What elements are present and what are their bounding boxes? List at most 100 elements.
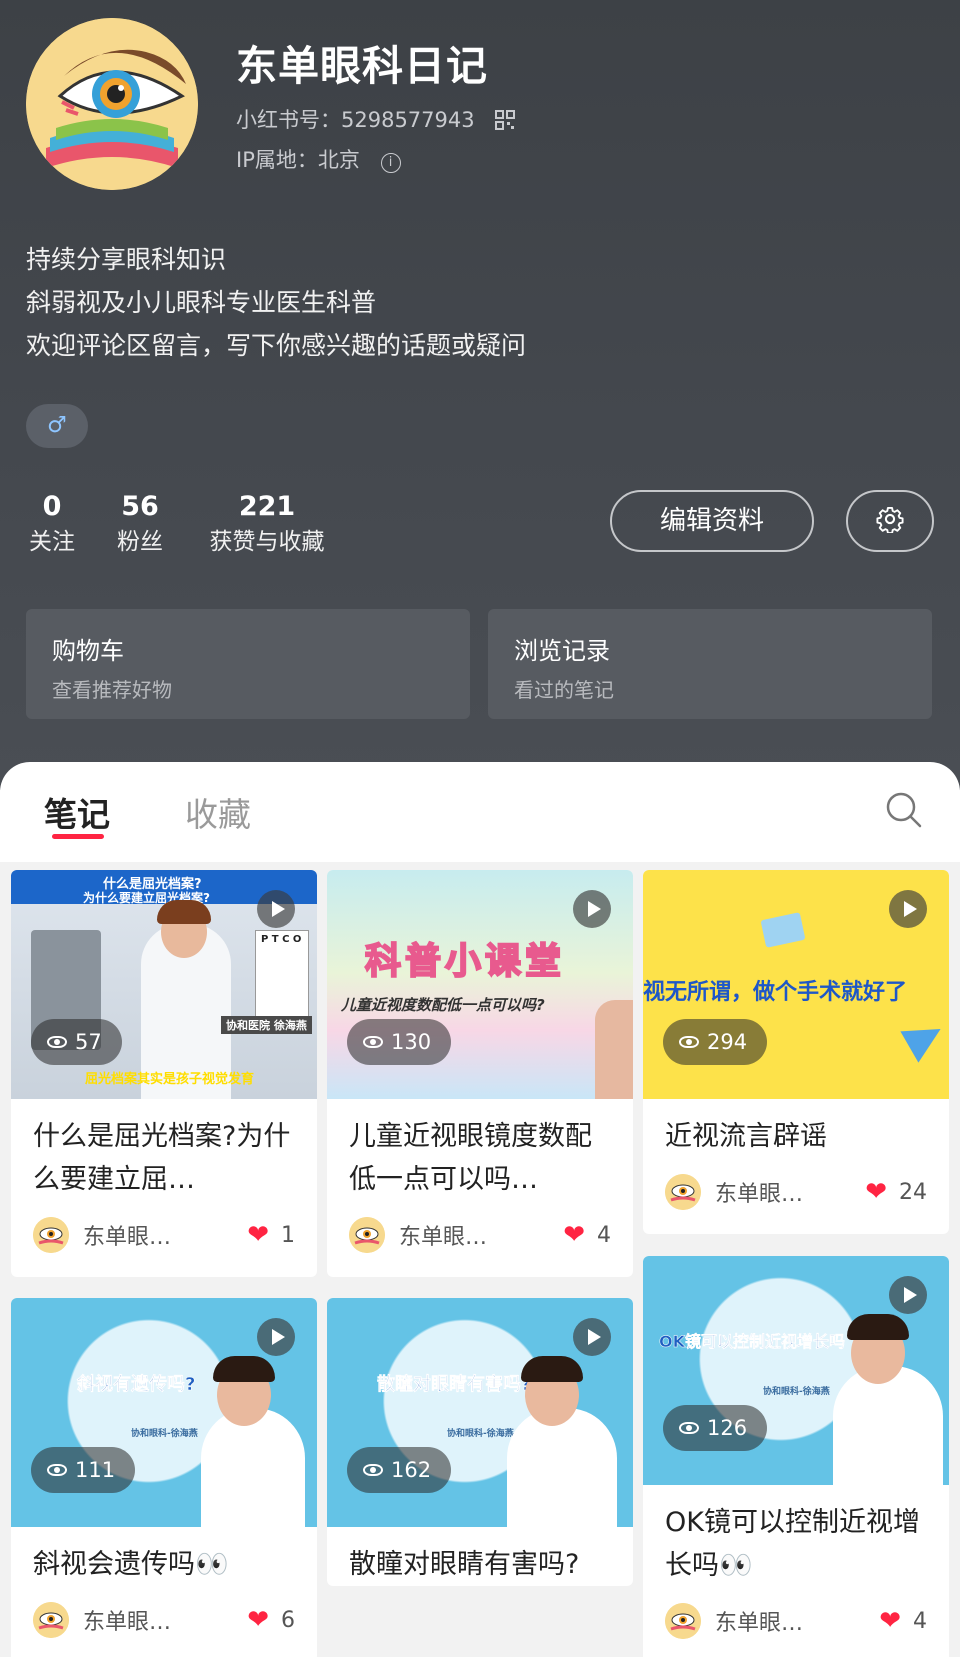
like-count: 6	[281, 1607, 295, 1633]
thumbnail-caption: 协和眼科-徐海燕	[763, 1387, 830, 1397]
play-icon	[573, 1318, 611, 1356]
shopping-cart-card[interactable]: 购物车 查看推荐好物	[26, 609, 470, 719]
bio-line: 斜弱视及小儿眼科专业医生科普	[26, 288, 377, 317]
note-card[interactable]: 科普小课堂 儿童近视度数配低一点可以吗? 130 儿童近视眼镜度数配低一点可以吗…	[327, 870, 633, 1277]
stat-followers[interactable]: 56 粉丝	[112, 490, 168, 560]
profile-avatar[interactable]	[26, 18, 198, 190]
view-count-value: 130	[391, 1030, 432, 1054]
card-subtitle: 看过的笔记	[514, 678, 614, 702]
author-name: 东单眼…	[399, 1225, 488, 1250]
card-title: 购物车	[52, 637, 124, 665]
author-avatar	[349, 1217, 385, 1253]
gear-icon	[876, 505, 904, 537]
note-thumbnail: OK镜可以控制近视增长吗 协和眼科-徐海燕 126	[643, 1256, 949, 1485]
note-thumbnail: 视无所谓，做个手术就好了 294	[643, 870, 949, 1099]
view-count: 294	[663, 1019, 768, 1065]
stat-following[interactable]: 0 关注	[26, 490, 78, 560]
note-card[interactable]: 视无所谓，做个手术就好了 294 近视流言辟谣 东单眼… ❤ 24	[643, 870, 949, 1234]
content-tabs: 笔记 收藏	[0, 762, 960, 862]
profile-name: 东单眼科日记	[236, 42, 488, 90]
note-title: OK镜可以控制近视增长吗👀	[665, 1507, 920, 1581]
thumbnail-caption: 散瞳对眼睛有害吗?	[377, 1374, 532, 1396]
stat-label: 关注	[29, 529, 75, 555]
note-title: 斜视会遗传吗👀	[33, 1549, 229, 1580]
play-icon	[889, 1276, 927, 1314]
author-avatar	[665, 1174, 701, 1210]
edit-profile-button[interactable]: 编辑资料	[610, 490, 814, 552]
red-id-text: 小红书号：5298577943	[236, 108, 475, 132]
heart-icon[interactable]: ❤	[865, 1177, 887, 1207]
note-title: 近视流言辟谣	[665, 1121, 827, 1152]
author-name: 东单眼…	[83, 1610, 172, 1635]
author-avatar	[33, 1217, 69, 1253]
heart-icon[interactable]: ❤	[247, 1605, 269, 1635]
red-id[interactable]: 小红书号：5298577943	[236, 104, 516, 135]
search-icon[interactable]	[884, 790, 924, 834]
author-name: 东单眼…	[715, 1611, 804, 1636]
note-meta: 东单眼… ❤ 6	[11, 1586, 317, 1657]
card-subtitle: 查看推荐好物	[52, 678, 172, 702]
note-card[interactable]: 斜视有遗传吗? 协和眼科-徐海燕 111 斜视会遗传吗👀 东单眼… ❤ 6	[11, 1298, 317, 1657]
note-thumbnail: 斜视有遗传吗? 协和眼科-徐海燕 111	[11, 1298, 317, 1527]
qr-code-icon[interactable]	[495, 110, 516, 135]
note-meta: 东单眼… ❤ 24	[643, 1158, 949, 1234]
info-icon[interactable]: i	[380, 153, 401, 173]
ip-location: IP属地：北京 i	[236, 144, 401, 174]
view-count-value: 294	[707, 1030, 748, 1054]
view-count: 57	[31, 1019, 122, 1065]
view-count-value: 126	[707, 1416, 748, 1440]
note-meta: 东单眼… ❤ 1	[11, 1201, 317, 1277]
author-avatar	[665, 1603, 701, 1639]
stat-likes-collections[interactable]: 221 获赞与收藏	[202, 490, 332, 560]
browsing-history-card[interactable]: 浏览记录 看过的笔记	[488, 609, 932, 719]
note-meta: 东单眼… ❤ 4	[643, 1587, 949, 1657]
like-count: 24	[899, 1179, 927, 1205]
view-count: 126	[663, 1405, 768, 1451]
author-name: 东单眼…	[83, 1225, 172, 1250]
play-icon	[257, 890, 295, 928]
stat-value: 56	[121, 491, 159, 522]
stat-label: 获赞与收藏	[209, 529, 325, 555]
thumbnail-caption: OK镜可以控制近视增长吗	[659, 1332, 846, 1352]
author-avatar	[33, 1602, 69, 1638]
eye-icon	[363, 1036, 383, 1048]
eye-chart-text: P T C O	[261, 934, 302, 945]
note-thumbnail: 什么是屈光档案? 为什么要建立屈光档案? P T C O 协和医院 徐海燕 屈光…	[11, 870, 317, 1099]
like-count: 1	[281, 1222, 295, 1248]
view-count: 162	[347, 1447, 452, 1493]
tab-notes[interactable]: 笔记	[44, 788, 110, 836]
author-name: 东单眼…	[715, 1182, 804, 1207]
profile-bio: 持续分享眼科知识 斜弱视及小儿眼科专业医生科普 欢迎评论区留言，写下你感兴趣的话…	[26, 238, 526, 367]
bio-line: 持续分享眼科知识	[26, 245, 227, 274]
profile-header: 东单眼科日记 小红书号：5298577943 IP属地：北京 i 持续分享眼科知…	[0, 0, 960, 790]
settings-button[interactable]	[846, 490, 934, 552]
note-thumbnail: 科普小课堂 儿童近视度数配低一点可以吗? 130	[327, 870, 633, 1099]
gender-badge: ♂	[26, 404, 88, 448]
stat-value: 221	[238, 491, 296, 522]
view-count-value: 111	[75, 1458, 116, 1482]
thumbnail-caption: 协和眼科-徐海燕	[131, 1429, 198, 1439]
view-count: 130	[347, 1019, 452, 1065]
eye-icon	[363, 1464, 383, 1476]
heart-icon[interactable]: ❤	[247, 1220, 269, 1250]
active-tab-indicator	[52, 834, 104, 839]
note-card[interactable]: OK镜可以控制近视增长吗 协和眼科-徐海燕 126 OK镜可以控制近视增长吗👀 …	[643, 1256, 949, 1657]
heart-icon[interactable]: ❤	[563, 1220, 585, 1250]
heart-icon[interactable]: ❤	[879, 1606, 901, 1636]
like-count: 4	[913, 1608, 927, 1634]
note-title: 什么是屈光档案?为什么要建立屈…	[33, 1121, 291, 1195]
stat-label: 粉丝	[117, 529, 163, 555]
like-count: 4	[597, 1222, 611, 1248]
note-card[interactable]: 散瞳对眼睛有害吗? 协和眼科-徐海燕 162 散瞳对眼睛有害吗?	[327, 1298, 633, 1586]
tab-collections[interactable]: 收藏	[185, 788, 251, 836]
note-card[interactable]: 什么是屈光档案? 为什么要建立屈光档案? P T C O 协和医院 徐海燕 屈光…	[11, 870, 317, 1277]
eye-icon	[679, 1422, 699, 1434]
thumbnail-caption: 科普小课堂	[364, 940, 566, 983]
note-title: 儿童近视眼镜度数配低一点可以吗…	[349, 1121, 592, 1195]
view-count-value: 57	[75, 1030, 102, 1054]
ip-location-text: IP属地：北京	[236, 148, 360, 172]
notes-feed: 什么是屈光档案? 为什么要建立屈光档案? P T C O 协和医院 徐海燕 屈光…	[0, 862, 960, 1657]
play-icon	[889, 890, 927, 928]
thumbnail-caption: 屈光档案其实是孩子视觉发育	[85, 1072, 255, 1087]
thumbnail-caption: 视无所谓，做个手术就好了	[643, 980, 908, 1005]
